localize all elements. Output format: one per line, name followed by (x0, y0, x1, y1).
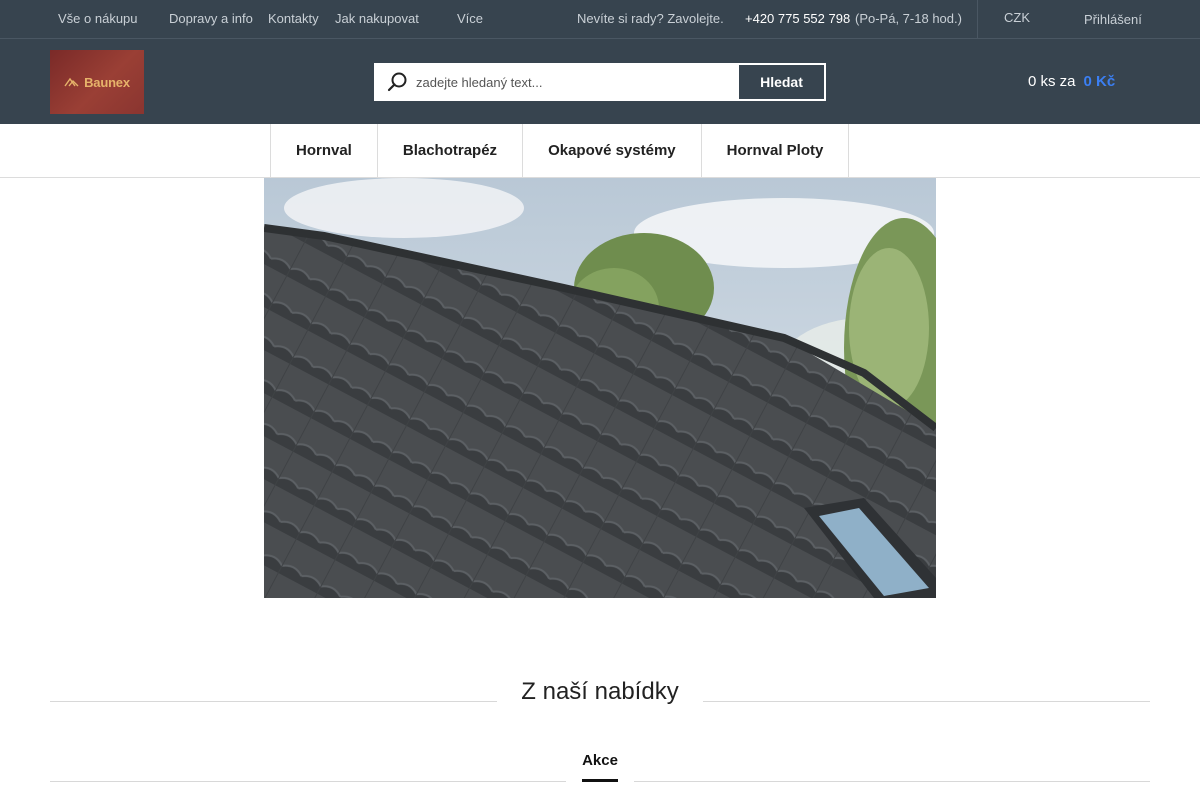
topbar-link-vse-o-nakupu[interactable]: Vše o nákupu (58, 11, 138, 26)
divider-line (50, 781, 566, 782)
topbar-link-kontakty[interactable]: Kontakty (268, 11, 319, 26)
section-title: Z naší nabídky (521, 678, 679, 705)
section-header: Z naší nabídky (50, 670, 1150, 716)
nav-items: Hornval Blachotrapéz Okapové systémy Hor… (270, 124, 850, 177)
roof-illustration (264, 178, 936, 598)
topbar-link-jak-nakupovat[interactable]: Jak nakupovat (335, 11, 419, 26)
cart-price: 0 Kč (1083, 73, 1116, 90)
roof-logo-icon (64, 77, 79, 87)
cart-summary[interactable]: 0 ks za 0 Kč (1028, 73, 1115, 90)
search-input[interactable] (416, 65, 736, 99)
search-button[interactable]: Hledat (739, 65, 824, 99)
search-box: Hledat (374, 63, 826, 101)
nav-item-hornval-ploty[interactable]: Hornval Ploty (702, 124, 850, 177)
cart-count: 0 ks za (1028, 73, 1076, 90)
header: Baunex Hledat 0 ks za 0 Kč (0, 39, 1200, 124)
offer-tabs: Akce (50, 745, 1150, 785)
phone-link[interactable]: +420 775 552 798 (745, 11, 850, 26)
main-nav: Hornval Blachotrapéz Okapové systémy Hor… (0, 124, 1200, 178)
logo[interactable]: Baunex (50, 50, 144, 114)
divider-line (634, 781, 1150, 782)
topbar-link-vice[interactable]: Více (457, 11, 483, 26)
tab-active-indicator (582, 779, 618, 782)
top-bar: Vše o nákupu Dopravy a info Kontakty Jak… (0, 0, 1200, 39)
logo-text: Baunex (84, 74, 130, 90)
nav-item-hornval[interactable]: Hornval (271, 124, 378, 177)
currency-selector[interactable]: CZK (1004, 10, 1030, 25)
tab-akce[interactable]: Akce (582, 752, 618, 769)
nav-item-blachotrapez[interactable]: Blachotrapéz (378, 124, 524, 177)
login-link[interactable]: Přihlášení (1084, 12, 1142, 27)
nav-item-okapove-systemy[interactable]: Okapové systémy (523, 124, 702, 177)
topbar-link-dopravy[interactable]: Dopravy a info (169, 11, 253, 26)
office-hours: (Po-Pá, 7-18 hod.) (855, 11, 962, 26)
topbar-divider (977, 0, 978, 39)
search-icon (387, 72, 407, 92)
hero-banner-image[interactable] (264, 178, 936, 598)
help-text: Nevíte si rady? Zavolejte. (577, 11, 724, 26)
